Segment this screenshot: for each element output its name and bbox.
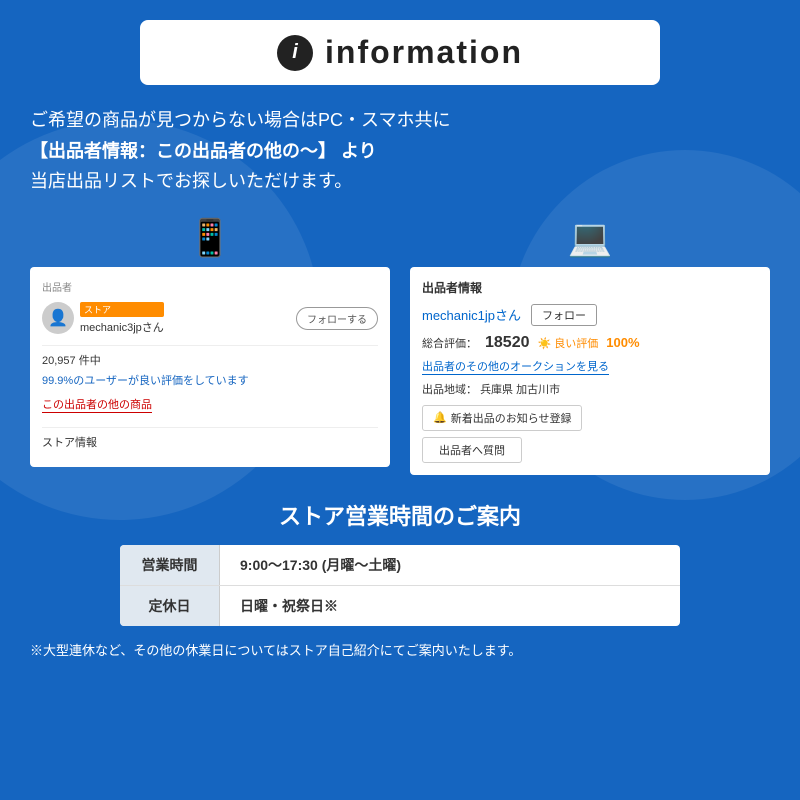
hours-row-2: 定休日 日曜・祝祭日※ (120, 586, 680, 626)
question-button[interactable]: 出品者へ質問 (422, 437, 522, 463)
hours-table: 営業時間 9:00〜17:30 (月曜〜土曜) 定休日 日曜・祝祭日※ (120, 545, 680, 626)
hours-value-2: 日曜・祝祭日※ (220, 586, 680, 626)
location-text: 出品地域： 兵庫県 加古川市 (422, 381, 758, 397)
follow-button-pc[interactable]: フォロー (531, 304, 597, 326)
hours-note: ※大型連休など、その他の休業日についてはストア自己紹介にてご案内いたします。 (30, 640, 770, 659)
seller-row: 👤 ストア mechanic3jpさん フォローする (42, 302, 378, 335)
hours-value-1: 9:00〜17:30 (月曜〜土曜) (220, 545, 680, 585)
info-icon: i (277, 35, 313, 71)
pc-screenshot-col: 💻 出品者情報 mechanic1jpさん フォロー 総合評価： 18520 ☀… (410, 217, 770, 475)
seller-avatar-area: 👤 ストア mechanic3jpさん (42, 302, 164, 335)
main-text-line2: 【出品者情報：この出品者の他の〜】 より (30, 136, 770, 167)
seller-name-pc: mechanic1jpさん (422, 305, 521, 324)
good-label: ☀️ 良い評価 (538, 335, 599, 351)
store-badge: ストア (80, 302, 164, 317)
main-text-line1: ご希望の商品が見つからない場合はPC・スマホ共に (30, 105, 770, 136)
main-text-line3: 当店出品リストでお探しいただけます。 (30, 166, 770, 197)
hours-row-1: 営業時間 9:00〜17:30 (月曜〜土曜) (120, 545, 680, 586)
rating-row: 総合評価： 18520 ☀️ 良い評価 100% (422, 334, 758, 352)
count-text: 20,957 件中 (42, 352, 378, 368)
good-percent: 100% (606, 335, 639, 350)
seller-name-mobile: mechanic3jpさん (80, 322, 164, 334)
seller-info-title: 出品者情報 (422, 279, 758, 296)
hours-label-1: 営業時間 (120, 545, 220, 585)
hours-title: ストア営業時間のご案内 (30, 499, 770, 531)
rating-number: 18520 (485, 334, 530, 352)
other-products-link[interactable]: この出品者の他の商品 (42, 396, 152, 413)
seller-section-label: 出品者 (42, 279, 378, 294)
info-header-box: i information (140, 20, 660, 85)
notification-button[interactable]: 🔔 新着出品のお知らせ登録 (422, 405, 582, 431)
follow-button-mobile[interactable]: フォローする (296, 307, 378, 330)
mobile-screenshot-col: 📱 出品者 👤 ストア mechanic3jpさん フォローする 20,957 … (30, 217, 390, 467)
auction-link[interactable]: 出品者のその他のオークションを見る (422, 358, 609, 375)
info-title: information (325, 34, 523, 71)
main-description: ご希望の商品が見つからない場合はPC・スマホ共に 【出品者情報：この出品者の他の… (30, 105, 770, 197)
avatar: 👤 (42, 302, 74, 334)
phone-icon: 📱 (188, 217, 233, 259)
rating-text-mobile: 99.9%のユーザーが良い評価をしています (42, 372, 378, 388)
store-info-link[interactable]: ストア情報 (42, 434, 378, 450)
pc-icon: 💻 (568, 217, 613, 259)
hours-label-2: 定休日 (120, 586, 220, 626)
seller-name-row-pc: mechanic1jpさん フォロー (422, 304, 758, 326)
rating-label: 総合評価： (422, 335, 477, 351)
screenshots-row: 📱 出品者 👤 ストア mechanic3jpさん フォローする 20,957 … (30, 217, 770, 475)
pc-screenshot: 出品者情報 mechanic1jpさん フォロー 総合評価： 18520 ☀️ … (410, 267, 770, 475)
hours-section: ストア営業時間のご案内 営業時間 9:00〜17:30 (月曜〜土曜) 定休日 … (30, 499, 770, 659)
mobile-screenshot: 出品者 👤 ストア mechanic3jpさん フォローする 20,957 件中… (30, 267, 390, 467)
